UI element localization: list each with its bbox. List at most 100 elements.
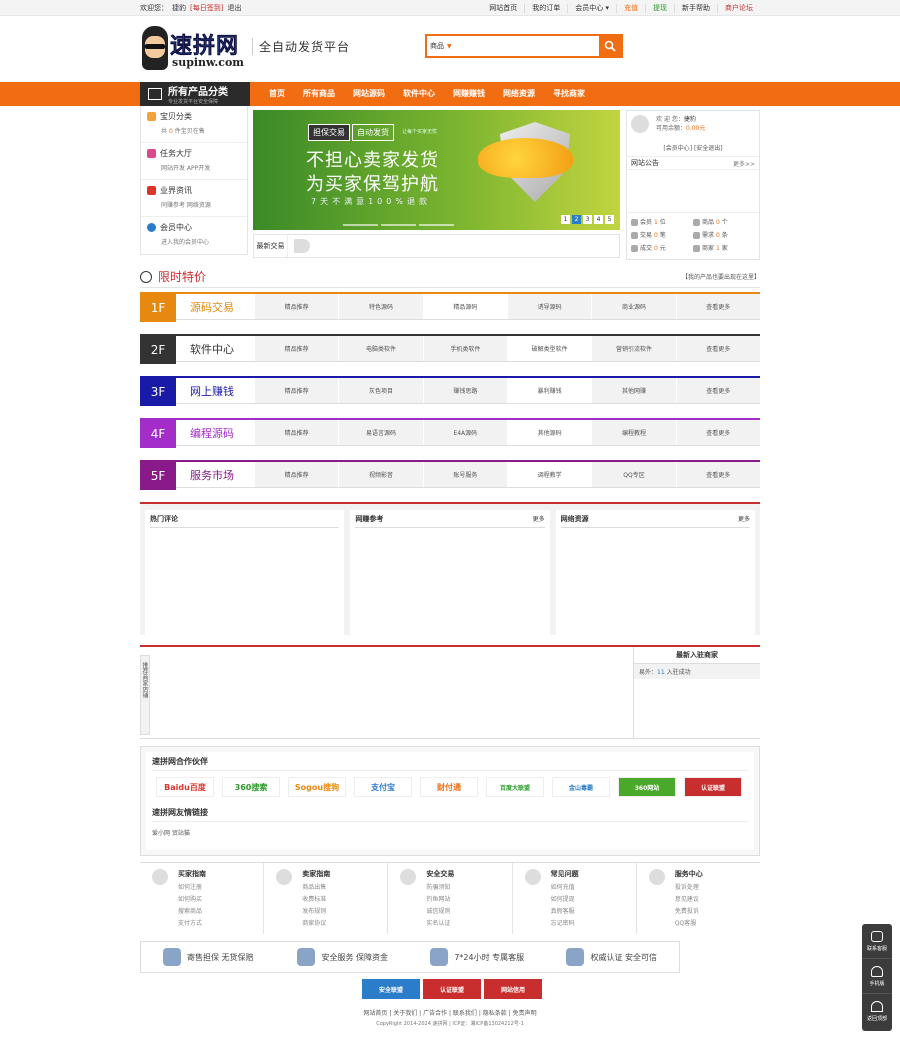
friend-links[interactable]: 爱小网 贸站猫 [152, 828, 748, 837]
partner-logo[interactable]: 360网站 [618, 777, 676, 797]
top-link-home[interactable]: 网站首页 [482, 4, 524, 13]
hero-banner[interactable]: 担保交易 自动发货 让每个买家无忧 不担心卖家发货 为买家保驾护航 7天不满意100… [253, 110, 620, 230]
notice-more-link[interactable]: 更多>> [733, 159, 755, 168]
banner-dot[interactable]: 2 [572, 215, 581, 224]
floor-tab[interactable]: 精品推荐 [254, 378, 339, 403]
floor-tab[interactable]: 赚钱思路 [422, 378, 507, 403]
floor-tab[interactable]: 商业源码 [591, 294, 676, 319]
banner-dot[interactable]: 3 [583, 215, 592, 224]
logout-link[interactable]: 退出 [227, 4, 241, 12]
floor-tab[interactable]: 精品推荐 [254, 336, 339, 361]
floor-tab[interactable]: 编程教程 [591, 420, 676, 445]
footer-nav[interactable]: 网站首页 | 关于我们 | 广告合作 | 联系我们 | 隐私条款 | 免责声明 [140, 1008, 760, 1017]
floor-tab[interactable]: 诱导源码 [506, 294, 592, 319]
floor-tab[interactable]: QQ专区 [591, 462, 676, 487]
floor-tab[interactable]: 精品源码 [422, 294, 507, 319]
signin-link[interactable]: [每日签到] [190, 4, 223, 12]
site-logo[interactable]: 速拼网 supinw.com [140, 26, 250, 76]
mobile-button[interactable]: 手机版 [862, 959, 892, 994]
partner-logo[interactable]: 财付通 [420, 777, 478, 797]
left-item-member[interactable]: 会员中心 进入我的会员中心 [141, 217, 247, 254]
user-links[interactable]: [会员中心] [安全退出] [627, 143, 759, 152]
floor-tab[interactable]: 特色源码 [338, 294, 423, 319]
floor-more[interactable]: 查看更多 [675, 462, 760, 487]
top-link-orders[interactable]: 我的订单 [524, 3, 567, 13]
floor-tab[interactable]: 手机类软件 [422, 336, 507, 361]
floor-tab[interactable]: 精品推荐 [254, 294, 339, 319]
nav-all-goods[interactable]: 所有商品 [294, 82, 344, 106]
header: 速拼网 supinw.com 全自动发货平台 商品 ▼ [140, 16, 760, 82]
nav-resources[interactable]: 网络资源 [494, 82, 544, 106]
floor-more[interactable]: 查看更多 [675, 336, 760, 361]
nav-earn[interactable]: 网赚赚钱 [444, 82, 494, 106]
deal-icon [631, 245, 638, 252]
floor-tab[interactable]: 其他源码 [506, 420, 592, 445]
back-to-top-button[interactable]: 返回顶部 [862, 994, 892, 1029]
lock-icon [400, 869, 417, 885]
top-link-help[interactable]: 新手帮助 [674, 3, 717, 13]
floor-5: 5F 服务市场 精品推荐 视频影音 账号服务 调程教学 QQ专区 查看更多 [140, 460, 760, 490]
welcome-text: 欢迎您： [140, 4, 168, 12]
heart-icon [648, 869, 665, 885]
floor-more[interactable]: 查看更多 [675, 294, 760, 319]
floor-tab[interactable]: 其他网赚 [591, 378, 676, 403]
more-link[interactable]: 更多 [533, 514, 545, 524]
floor-tab[interactable]: 电脑类软件 [338, 336, 423, 361]
rocket-icon [871, 1001, 883, 1012]
nav-find-seller[interactable]: 寻找商家 [544, 82, 594, 106]
top-link-withdraw[interactable]: 提现 [645, 3, 674, 13]
all-categories[interactable]: 所有产品分类 专业发货平台安全保障 [140, 82, 250, 106]
top-bar: 欢迎您： 捷豹 [每日签到] 退出 网站首页 我的订单 会员中心 ▾ 充值 提现 新手… [0, 0, 900, 16]
nav-home[interactable]: 首页 [260, 82, 294, 106]
left-item-news[interactable]: 业界资讯 同赚参考 网络资源 [141, 180, 247, 217]
nav-software[interactable]: 软件中心 [394, 82, 444, 106]
top-link-forum[interactable]: 商户论坛 [717, 3, 760, 13]
floor-tab[interactable]: 调程教学 [506, 462, 592, 487]
partner-logo[interactable]: 金山毒霸 [552, 777, 610, 797]
floor-tab[interactable]: 灰色项目 [338, 378, 423, 403]
cert-badge[interactable]: 网站信用 [484, 979, 542, 999]
username-link[interactable]: 捷豹 [172, 4, 186, 12]
floor-tab[interactable]: 精品推荐 [254, 420, 339, 445]
top-link-member[interactable]: 会员中心 ▾ [567, 3, 616, 13]
banner-dot[interactable]: 4 [594, 215, 603, 224]
guide-icon [152, 869, 168, 885]
left-item-category[interactable]: 宝贝分类 共 0 件宝贝在售 [141, 106, 247, 143]
floor-tab[interactable]: 视频影音 [338, 462, 423, 487]
floor-more[interactable]: 查看更多 [675, 378, 760, 403]
floor-tab[interactable]: E4A源码 [422, 420, 507, 445]
partner-logo[interactable]: Baidu百度 [156, 777, 214, 797]
nav-source-code[interactable]: 网站源码 [344, 82, 394, 106]
partner-logo[interactable]: 认证联盟 [684, 777, 742, 797]
search-type-select[interactable]: 商品 ▼ [427, 36, 463, 56]
partner-logo[interactable]: 360搜索 [222, 777, 280, 797]
floor-more[interactable]: 查看更多 [675, 420, 760, 445]
partner-logo[interactable]: Sogou搜狗 [288, 777, 346, 797]
search-input[interactable] [463, 36, 599, 56]
banner-dot[interactable]: 5 [605, 215, 614, 224]
footer-help: 买家指南 如何注册 如何购买 搜索商品 支付方式 卖家指南 商品出售 收费标准 发布规则 商家协… [140, 862, 760, 934]
goods-icon [693, 219, 700, 226]
cert-badges: 安全联盟 认证联盟 网站信用 [362, 979, 542, 999]
cert-badge[interactable]: 认证联盟 [423, 979, 481, 999]
search-button[interactable] [599, 36, 621, 56]
top-link-recharge[interactable]: 充值 [616, 3, 645, 13]
more-link[interactable]: 更多 [738, 514, 750, 524]
left-item-tasks[interactable]: 任务大厅 网站开发 APP开发 [141, 143, 247, 180]
floor-tab[interactable]: 精品推荐 [254, 462, 339, 487]
new-sellers: 最新入驻商家 易外：11 入驻成功 [633, 647, 760, 739]
cert-badge[interactable]: 安全联盟 [362, 979, 420, 999]
trade-icon [631, 232, 638, 239]
floor-tab[interactable]: 账号服务 [422, 462, 507, 487]
partner-logo[interactable]: 支付宝 [354, 777, 412, 797]
partner-logo[interactable]: 百度大联盟 [486, 777, 544, 797]
banner-dot[interactable]: 1 [561, 215, 570, 224]
floor-tab[interactable]: 易语言源码 [338, 420, 423, 445]
net-resources: 网络资源 更多 [555, 510, 755, 637]
floor-tab[interactable]: 营销引流软件 [591, 336, 676, 361]
join-link[interactable]: 【我的产品也要出现在这里】 [682, 272, 760, 281]
contact-service-button[interactable]: 联系客服 [862, 924, 892, 959]
floor-tab[interactable]: 暴利赚钱 [506, 378, 592, 403]
floor-tab[interactable]: 破解类型软件 [506, 336, 592, 361]
floor-2: 2F 软件中心 精品推荐 电脑类软件 手机类软件 破解类型软件 营销引流软件 查看更多 [140, 334, 760, 364]
